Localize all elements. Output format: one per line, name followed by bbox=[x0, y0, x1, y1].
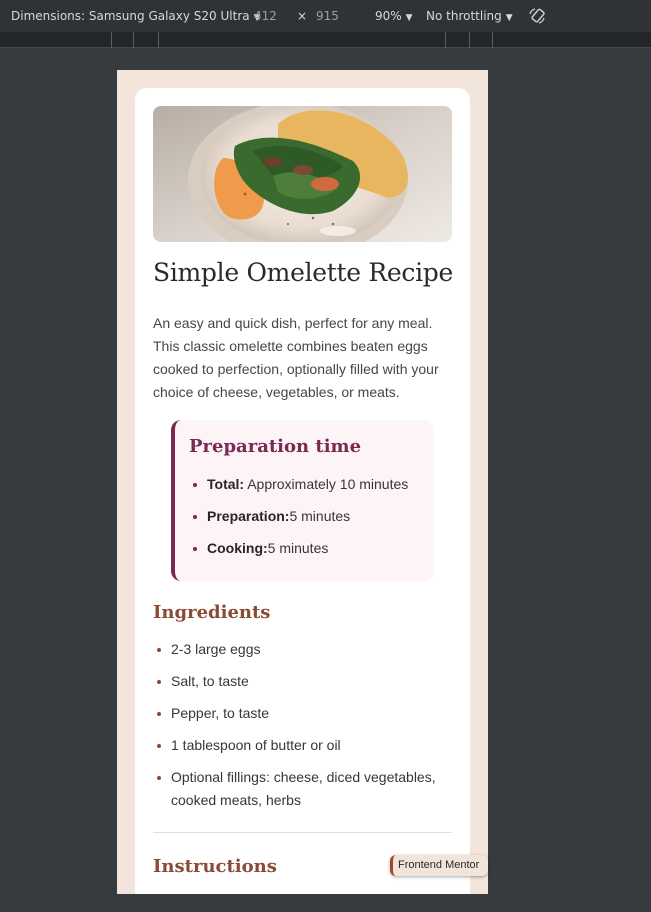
ingredients-heading: Ingredients bbox=[153, 602, 271, 623]
prep-value: Approximately 10 minutes bbox=[244, 476, 409, 492]
throttling-select[interactable]: No throttling ▼ bbox=[426, 9, 513, 23]
zoom-label: 90% bbox=[375, 9, 402, 23]
chevron-down-icon: ▼ bbox=[405, 13, 413, 23]
height-input[interactable]: 915 bbox=[316, 9, 339, 23]
ruler-tick bbox=[158, 32, 159, 48]
list-item: Total: Approximately 10 minutes bbox=[189, 476, 408, 508]
list-item: 2-3 large eggs bbox=[153, 638, 453, 661]
rotate-icon[interactable] bbox=[528, 7, 546, 25]
list-item: Preparation:5 minutes bbox=[189, 508, 408, 540]
prep-label: Cooking: bbox=[207, 540, 268, 556]
device-label: Dimensions: Samsung Galaxy S20 Ultra bbox=[11, 9, 250, 23]
chevron-down-icon: ▼ bbox=[505, 13, 513, 23]
ingredients-list: 2-3 large eggs Salt, to taste Pepper, to… bbox=[153, 638, 453, 821]
prep-value: 5 minutes bbox=[289, 508, 351, 524]
preparation-time-box: Preparation time Total: Approximately 10… bbox=[171, 420, 434, 581]
list-item: Cooking:5 minutes bbox=[189, 540, 408, 572]
prep-label: Total: bbox=[207, 476, 245, 492]
prep-label: Preparation: bbox=[207, 508, 290, 524]
list-item: Pepper, to taste bbox=[153, 702, 453, 725]
frontend-mentor-badge[interactable]: Frontend Mentor bbox=[390, 855, 489, 876]
instructions-heading: Instructions bbox=[153, 856, 277, 877]
preparation-list: Total: Approximately 10 minutes Preparat… bbox=[189, 476, 408, 572]
list-item: Salt, to taste bbox=[153, 670, 453, 693]
list-item: 1 tablespoon of butter or oil bbox=[153, 734, 453, 757]
ruler-tick bbox=[111, 32, 112, 48]
preparation-heading: Preparation time bbox=[189, 436, 362, 457]
recipe-title: Simple Omelette Recipe bbox=[153, 258, 454, 287]
device-viewport: Simple Omelette Recipe An easy and quick… bbox=[117, 70, 488, 894]
zoom-select[interactable]: 90% ▼ bbox=[375, 9, 413, 23]
omelette-image bbox=[153, 106, 452, 242]
list-item: Optional fillings: cheese, diced vegetab… bbox=[153, 766, 453, 812]
ruler-tick bbox=[492, 32, 493, 48]
device-select[interactable]: Dimensions: Samsung Galaxy S20 Ultra ▼ bbox=[11, 9, 261, 23]
recipe-card: Simple Omelette Recipe An easy and quick… bbox=[135, 88, 470, 894]
divider bbox=[153, 832, 452, 833]
throttling-label: No throttling bbox=[426, 9, 502, 23]
ruler-tick bbox=[469, 32, 470, 48]
ruler-tick bbox=[133, 32, 134, 48]
media-query-ruler bbox=[0, 32, 651, 48]
dimension-separator: × bbox=[297, 9, 308, 23]
recipe-description: An easy and quick dish, perfect for any … bbox=[153, 315, 439, 400]
ruler-tick bbox=[445, 32, 446, 48]
prep-value: 5 minutes bbox=[267, 540, 329, 556]
device-toolbar: Dimensions: Samsung Galaxy S20 Ultra ▼ 41… bbox=[0, 0, 651, 32]
width-input[interactable]: 412 bbox=[254, 9, 277, 23]
